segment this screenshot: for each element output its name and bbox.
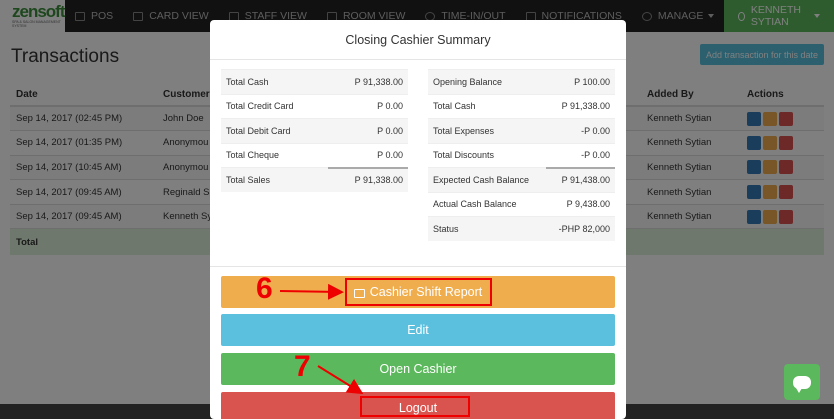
annotation-arrows xyxy=(279,283,364,395)
arrow-to-logout xyxy=(317,365,364,395)
arrow-to-report xyxy=(279,283,344,300)
